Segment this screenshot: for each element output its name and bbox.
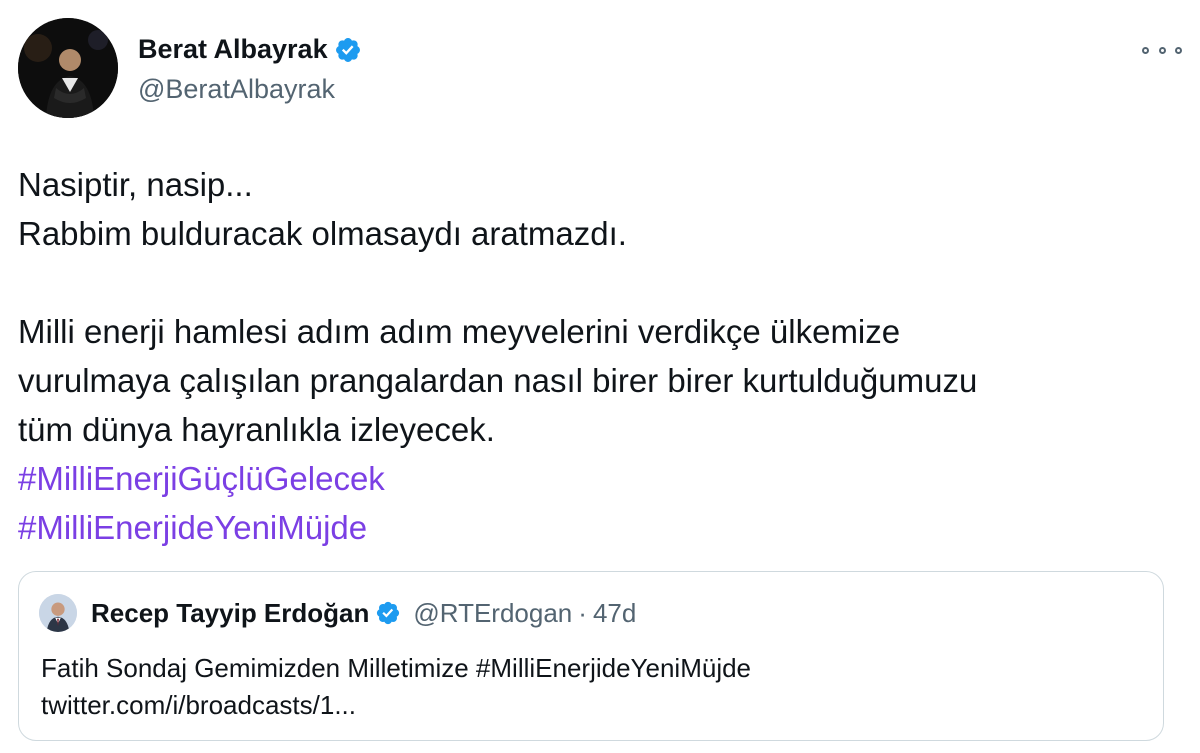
separator-dot: · [578, 597, 587, 628]
quoted-text-line: Fatih Sondaj Gemimizden Milletimize #Mil… [41, 653, 752, 683]
tweet-line: Nasiptir, nasip... [18, 166, 253, 203]
verified-badge-icon [335, 37, 360, 62]
author-avatar-image [18, 18, 118, 118]
quoted-tweet-card[interactable]: Recep Tayyip Erdoğan @RTErdogan · 47d Fa… [18, 571, 1164, 741]
tweet-line: tüm dünya hayranlıkla izleyecek. [18, 411, 495, 448]
verified-badge-icon [377, 601, 400, 625]
quoted-author-avatar[interactable] [39, 594, 77, 632]
tweet-line: vurulmaya çalışılan prangalardan nasıl b… [18, 362, 978, 399]
quoted-link[interactable]: twitter.com/i/broadcasts/1... [41, 687, 1141, 724]
author-name[interactable]: Berat Albayrak [138, 34, 328, 65]
more-dot [1175, 46, 1182, 54]
more-dot [1158, 46, 1166, 54]
quoted-author-avatar-image [39, 594, 77, 632]
author-handle[interactable]: @BeratAlbayrak [138, 74, 335, 105]
tweet-text: Nasiptir, nasip... Rabbim bulduracak olm… [18, 160, 1178, 552]
author-name-row: Berat Albayrak [138, 34, 362, 65]
tweet-header: Berat Albayrak @BeratAlbayrak [18, 18, 1182, 122]
author-avatar[interactable] [18, 18, 118, 118]
tweet-line: Rabbim bulduracak olmasaydı aratmazdı. [18, 215, 627, 252]
hashtag-link[interactable]: #MilliEnerjiGüçlüGelecek [18, 454, 1178, 503]
quoted-tweet-header: Recep Tayyip Erdoğan @RTErdogan · 47d [39, 594, 636, 632]
quoted-tweet-text: Fatih Sondaj Gemimizden Milletimize #Mil… [41, 650, 1141, 724]
more-options-icon[interactable] [1142, 38, 1182, 62]
hashtag-link[interactable]: #MilliEnerjideYeniMüjde [18, 503, 1178, 552]
quoted-timestamp[interactable]: 47d [593, 598, 636, 629]
tweet-line: Milli enerji hamlesi adım adım meyveleri… [18, 313, 901, 350]
more-dot [1142, 46, 1149, 54]
quoted-author-handle[interactable]: @RTErdogan [413, 598, 572, 629]
quoted-author-name[interactable]: Recep Tayyip Erdoğan [91, 598, 369, 629]
